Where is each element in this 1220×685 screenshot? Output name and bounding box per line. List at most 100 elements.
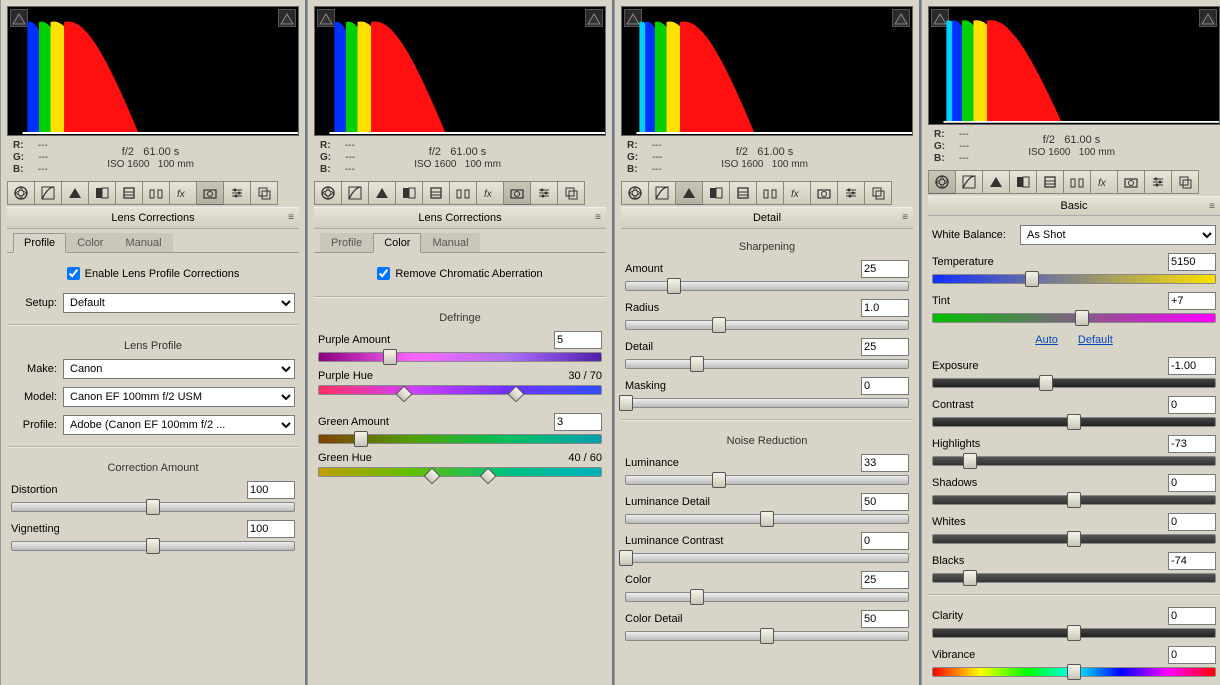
tab-color[interactable]: Color <box>373 233 421 253</box>
panel-menu-icon[interactable]: ≡ <box>595 212 602 223</box>
color-detail-input[interactable] <box>861 610 909 628</box>
shadows-slider[interactable]: Shadows <box>932 474 1216 505</box>
color-input[interactable] <box>861 571 909 589</box>
whites-slider[interactable]: Whites <box>932 513 1216 544</box>
luminance-detail-slider[interactable]: Luminance Detail <box>625 493 909 524</box>
ruler-icon[interactable] <box>757 181 784 205</box>
ruler-icon[interactable] <box>143 181 170 205</box>
overlap-icon[interactable] <box>251 181 278 205</box>
default-link[interactable]: Default <box>1078 334 1113 346</box>
luminance-detail-input[interactable] <box>861 493 909 511</box>
crop-icon[interactable] <box>116 181 143 205</box>
fx-icon[interactable]: fx <box>477 181 504 205</box>
triangle-icon[interactable] <box>983 170 1010 194</box>
color-slider[interactable]: Color <box>625 571 909 602</box>
curve-icon[interactable] <box>956 170 983 194</box>
make-select[interactable]: Canon <box>63 359 295 379</box>
panel-menu-icon[interactable]: ≡ <box>902 212 909 223</box>
shadows-input[interactable] <box>1168 474 1216 492</box>
fx-icon[interactable]: fx <box>784 181 811 205</box>
overlap-icon[interactable] <box>865 181 892 205</box>
panel-menu-icon[interactable]: ≡ <box>288 212 295 223</box>
overlap-icon[interactable] <box>558 181 585 205</box>
vignetting-slider[interactable]: Vignetting <box>11 520 295 551</box>
crop-icon[interactable] <box>730 181 757 205</box>
tab-manual[interactable]: Manual <box>421 233 479 252</box>
sliders-icon[interactable] <box>838 181 865 205</box>
purple-amount-input[interactable] <box>554 331 602 349</box>
vignetting-input[interactable] <box>247 520 295 538</box>
temperature-slider[interactable]: Temperature <box>932 253 1216 284</box>
vibrance-input[interactable] <box>1168 646 1216 664</box>
amount-slider[interactable]: Amount <box>625 260 909 291</box>
aperture-icon[interactable] <box>928 170 956 194</box>
setup-select[interactable]: Default <box>63 293 295 313</box>
camera-icon[interactable] <box>811 181 838 205</box>
blacks-slider[interactable]: Blacks <box>932 552 1216 583</box>
detail-slider[interactable]: Detail <box>625 338 909 369</box>
tint-input[interactable] <box>1168 292 1216 310</box>
enable-lens-profile-checkbox[interactable] <box>67 267 80 280</box>
green-amount-input[interactable] <box>554 413 602 431</box>
clarity-input[interactable] <box>1168 607 1216 625</box>
ruler-icon[interactable] <box>1064 170 1091 194</box>
tab-profile[interactable]: Profile <box>13 233 66 253</box>
purple-hue-slider[interactable]: Purple Hue30 / 70 <box>318 370 602 395</box>
bw-icon[interactable] <box>89 181 116 205</box>
wb-select[interactable]: As Shot <box>1020 225 1216 245</box>
masking-slider[interactable]: Masking <box>625 377 909 408</box>
camera-icon[interactable] <box>197 181 224 205</box>
model-select[interactable]: Canon EF 100mm f/2 USM <box>63 387 295 407</box>
amount-input[interactable] <box>861 260 909 278</box>
green-hue-slider[interactable]: Green Hue40 / 60 <box>318 452 602 477</box>
triangle-icon[interactable] <box>62 181 89 205</box>
triangle-icon[interactable] <box>369 181 396 205</box>
radius-slider[interactable]: Radius <box>625 299 909 330</box>
tab-color[interactable]: Color <box>66 233 114 252</box>
crop-icon[interactable] <box>423 181 450 205</box>
profile-select[interactable]: Adobe (Canon EF 100mm f/2 ... <box>63 415 295 435</box>
highlights-input[interactable] <box>1168 435 1216 453</box>
luminance-contrast-input[interactable] <box>861 532 909 550</box>
tab-profile[interactable]: Profile <box>320 233 373 252</box>
fx-icon[interactable]: fx <box>170 181 197 205</box>
crop-icon[interactable] <box>1037 170 1064 194</box>
ruler-icon[interactable] <box>450 181 477 205</box>
remove-ca-checkbox[interactable] <box>377 267 390 280</box>
curve-icon[interactable] <box>342 181 369 205</box>
distortion-input[interactable] <box>247 481 295 499</box>
green-amount-slider[interactable]: Green Amount <box>318 413 602 444</box>
sliders-icon[interactable] <box>531 181 558 205</box>
aperture-icon[interactable] <box>621 181 649 205</box>
curve-icon[interactable] <box>35 181 62 205</box>
luminance-contrast-slider[interactable]: Luminance Contrast <box>625 532 909 563</box>
exposure-input[interactable] <box>1168 357 1216 375</box>
aperture-icon[interactable] <box>7 181 35 205</box>
temperature-input[interactable] <box>1168 253 1216 271</box>
contrast-input[interactable] <box>1168 396 1216 414</box>
distortion-slider[interactable]: Distortion <box>11 481 295 512</box>
exposure-slider[interactable]: Exposure <box>932 357 1216 388</box>
sliders-icon[interactable] <box>224 181 251 205</box>
luminance-slider[interactable]: Luminance <box>625 454 909 485</box>
camera-icon[interactable] <box>1118 170 1145 194</box>
detail-input[interactable] <box>861 338 909 356</box>
tint-slider[interactable]: Tint <box>932 292 1216 323</box>
contrast-slider[interactable]: Contrast <box>932 396 1216 427</box>
camera-icon[interactable] <box>504 181 531 205</box>
auto-link[interactable]: Auto <box>1035 334 1058 346</box>
highlights-slider[interactable]: Highlights <box>932 435 1216 466</box>
bw-icon[interactable] <box>396 181 423 205</box>
triangle-icon[interactable] <box>676 181 703 205</box>
curve-icon[interactable] <box>649 181 676 205</box>
bw-icon[interactable] <box>1010 170 1037 194</box>
overlap-icon[interactable] <box>1172 170 1199 194</box>
clarity-slider[interactable]: Clarity <box>932 607 1216 638</box>
sliders-icon[interactable] <box>1145 170 1172 194</box>
color-detail-slider[interactable]: Color Detail <box>625 610 909 641</box>
masking-input[interactable] <box>861 377 909 395</box>
luminance-input[interactable] <box>861 454 909 472</box>
whites-input[interactable] <box>1168 513 1216 531</box>
fx-icon[interactable]: fx <box>1091 170 1118 194</box>
purple-amount-slider[interactable]: Purple Amount <box>318 331 602 362</box>
